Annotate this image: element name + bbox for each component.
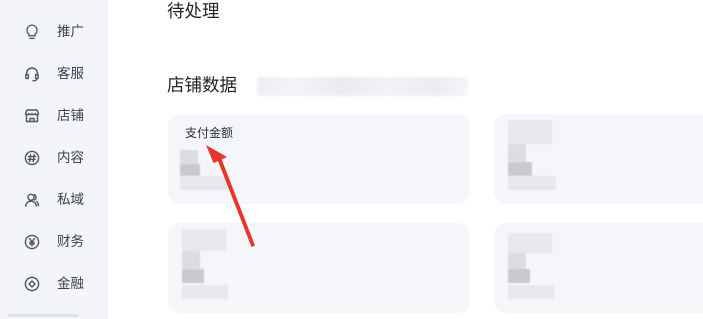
store-data-title: 店铺数据 [167, 76, 237, 96]
main-content: 待处理 店铺数据 支付金额 [108, 0, 703, 319]
blurred-value [508, 162, 532, 176]
sidebar-item-private-domain[interactable]: 私域 [0, 186, 108, 214]
blurred-value [508, 233, 552, 253]
blurred-value [508, 285, 554, 299]
sidebar-item-customer-service[interactable]: 客服 [0, 60, 108, 88]
sidebar-item-financial-services[interactable]: 金融 [0, 270, 108, 298]
blurred-value [508, 176, 556, 190]
blurred-value [508, 144, 526, 162]
sidebar-item-finance[interactable]: 财务 [0, 228, 108, 256]
sidebar: 推广 客服 店铺 内容 私域 财务 金融 [0, 0, 108, 319]
sidebar-item-label: 客服 [57, 66, 84, 82]
blurred-value [182, 285, 228, 299]
pending-section-title: 待处理 [167, 2, 220, 22]
hash-icon [23, 149, 41, 167]
sidebar-item-label: 财务 [57, 234, 84, 250]
finance-icon [23, 275, 41, 293]
yen-icon [23, 233, 41, 251]
metric-card[interactable] [168, 223, 470, 313]
store-icon [23, 107, 41, 125]
sidebar-item-content[interactable]: 内容 [0, 144, 108, 172]
blurred-value [182, 269, 204, 283]
sidebar-item-store[interactable]: 店铺 [0, 102, 108, 130]
users-icon [23, 191, 41, 209]
headset-icon [23, 65, 41, 83]
sidebar-item-promotion[interactable]: 推广 [0, 18, 108, 46]
sidebar-item-label: 金融 [57, 276, 84, 292]
sidebar-scroll-indicator [8, 314, 78, 317]
blurred-text [257, 77, 468, 96]
blurred-value [508, 120, 552, 144]
sidebar-item-label: 推广 [57, 24, 84, 40]
blurred-value [180, 176, 228, 190]
blurred-value [182, 251, 200, 269]
blurred-value [182, 229, 226, 251]
metric-card-payment-amount[interactable]: 支付金额 [168, 114, 470, 204]
sidebar-item-label: 私域 [57, 192, 84, 208]
blurred-value [180, 164, 200, 176]
metric-card[interactable] [494, 223, 703, 313]
blurred-value [508, 269, 530, 283]
metric-card[interactable] [494, 114, 703, 204]
sidebar-item-label: 店铺 [57, 108, 84, 124]
metric-label: 支付金额 [185, 126, 234, 140]
blurred-value [180, 150, 198, 164]
sidebar-item-label: 内容 [57, 150, 84, 166]
lightbulb-icon [23, 23, 41, 41]
